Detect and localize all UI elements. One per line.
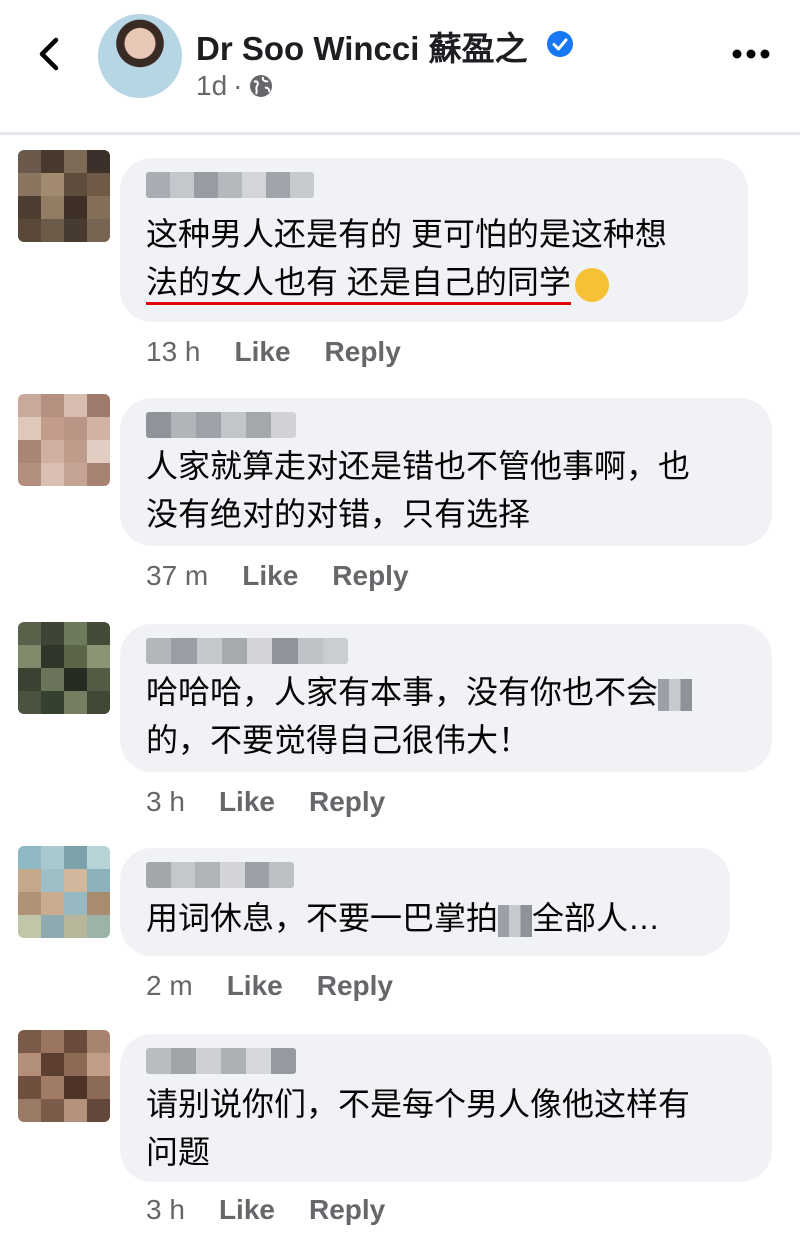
comment-segment: 全部人… (532, 900, 661, 936)
like-button[interactable]: Like (227, 970, 283, 1002)
comment-segment: 没有绝对的对错，只有选择 (146, 496, 531, 532)
comment-line: 这种男人还是有的 更可怕的是这种想 (146, 210, 667, 258)
like-button[interactable]: Like (219, 786, 275, 818)
comment-text: 哈哈哈，人家有本事，没有你也不会 的，不要觉得自己很伟大！ (146, 668, 693, 764)
comment-time: 3 h (146, 786, 185, 817)
comment-actions: 2 m Like Reply (146, 970, 393, 1002)
comment-time: 37 m (146, 560, 209, 591)
comment-line: 人家就算走对还是错也不管他事啊，也 (146, 442, 690, 490)
comment-actions: 13 h Like Reply (146, 336, 401, 368)
commenter-name-blurred (146, 638, 348, 664)
comment-bubble: 请别说你们，不是每个男人像他这样有 问题 (120, 1034, 772, 1182)
comment-segment: 哈哈哈，人家有本事，没有你也不会 (146, 674, 659, 710)
post-header: Dr Soo Wincci 蘇盈之 1d · (0, 0, 800, 132)
comment-bubble: 哈哈哈，人家有本事，没有你也不会 的，不要觉得自己很伟大！ (120, 624, 772, 772)
comment-bubble: 用词休息，不要一巴掌拍 全部人… (120, 848, 730, 956)
reply-button[interactable]: Reply (309, 786, 385, 818)
globe-icon (250, 75, 273, 97)
like-button[interactable]: Like (235, 336, 291, 368)
censored-word (498, 904, 533, 937)
comment-segment: 这种男人还是有的 更可怕的是这种想 (146, 216, 667, 252)
commenter-avatar[interactable] (18, 394, 110, 486)
verified-badge-icon (547, 31, 573, 57)
commenter-name-blurred (146, 862, 294, 888)
reply-button[interactable]: Reply (332, 560, 408, 592)
comment-actions: 37 m Like Reply (146, 560, 409, 592)
profile-avatar[interactable] (98, 14, 182, 98)
like-button[interactable]: Like (219, 1194, 275, 1226)
reply-button[interactable]: Reply (317, 970, 393, 1002)
comment-line: 法的女人也有 还是自己的同学 (146, 258, 667, 306)
comment-actions: 3 h Like Reply (146, 1194, 385, 1226)
comment-line: 请别说你们，不是每个男人像他这样有 (146, 1080, 690, 1128)
meta-separator: · (233, 70, 243, 101)
comment-segment: 问题 (146, 1134, 211, 1170)
commenter-avatar[interactable] (18, 622, 110, 714)
comment-text: 用词休息，不要一巴掌拍 全部人… (146, 894, 660, 942)
commenter-name-blurred (146, 1048, 296, 1074)
reply-button[interactable]: Reply (325, 336, 401, 368)
comment-text: 请别说你们，不是每个男人像他这样有 问题 (146, 1080, 690, 1176)
grinning-sweat-emoji (574, 267, 609, 302)
chevron-left-icon[interactable] (30, 34, 70, 74)
comment-text: 这种男人还是有的 更可怕的是这种想 法的女人也有 还是自己的同学 (146, 210, 667, 306)
comment-actions: 3 h Like Reply (146, 786, 385, 818)
comment-bubble: 人家就算走对还是错也不管他事啊，也 没有绝对的对错，只有选择 (120, 398, 772, 546)
comment-line: 问题 (146, 1128, 690, 1176)
comment-segment: 用词休息，不要一巴掌拍 (146, 900, 499, 936)
commenter-avatar[interactable] (18, 150, 110, 242)
comment-line: 用词休息，不要一巴掌拍 全部人… (146, 894, 660, 942)
comment-bubble: 这种男人还是有的 更可怕的是这种想 法的女人也有 还是自己的同学 (120, 158, 748, 322)
commenter-avatar[interactable] (18, 1030, 110, 1122)
comment-line: 没有绝对的对错，只有选择 (146, 490, 690, 538)
commenter-avatar[interactable] (18, 846, 110, 938)
comment-time: 13 h (146, 336, 201, 367)
comment-segment: 人家就算走对还是错也不管他事啊，也 (146, 448, 691, 484)
post-meta: 1d · (196, 70, 274, 102)
comment-segment-underlined: 法的女人也有 还是自己的同学 (146, 264, 571, 305)
comment-segment: 请别说你们，不是每个男人像他这样有 (146, 1086, 691, 1122)
commenter-name-blurred (146, 172, 314, 198)
post-time: 1d (196, 70, 228, 101)
comment-text: 人家就算走对还是错也不管他事啊，也 没有绝对的对错，只有选择 (146, 442, 690, 538)
comment-time: 2 m (146, 970, 193, 1001)
comment-segment: 的，不要觉得自己很伟大！ (146, 722, 531, 758)
comment-time: 3 h (146, 1194, 185, 1225)
more-options-icon[interactable] (730, 42, 772, 66)
censored-word (658, 678, 693, 711)
commenter-name-blurred (146, 412, 296, 438)
comment-line: 的，不要觉得自己很伟大！ (146, 716, 692, 764)
header-divider (0, 132, 800, 135)
profile-name[interactable]: Dr Soo Wincci 蘇盈之 (196, 22, 528, 70)
comment-line: 哈哈哈，人家有本事，没有你也不会 (146, 668, 693, 716)
like-button[interactable]: Like (242, 560, 298, 592)
reply-button[interactable]: Reply (309, 1194, 385, 1226)
